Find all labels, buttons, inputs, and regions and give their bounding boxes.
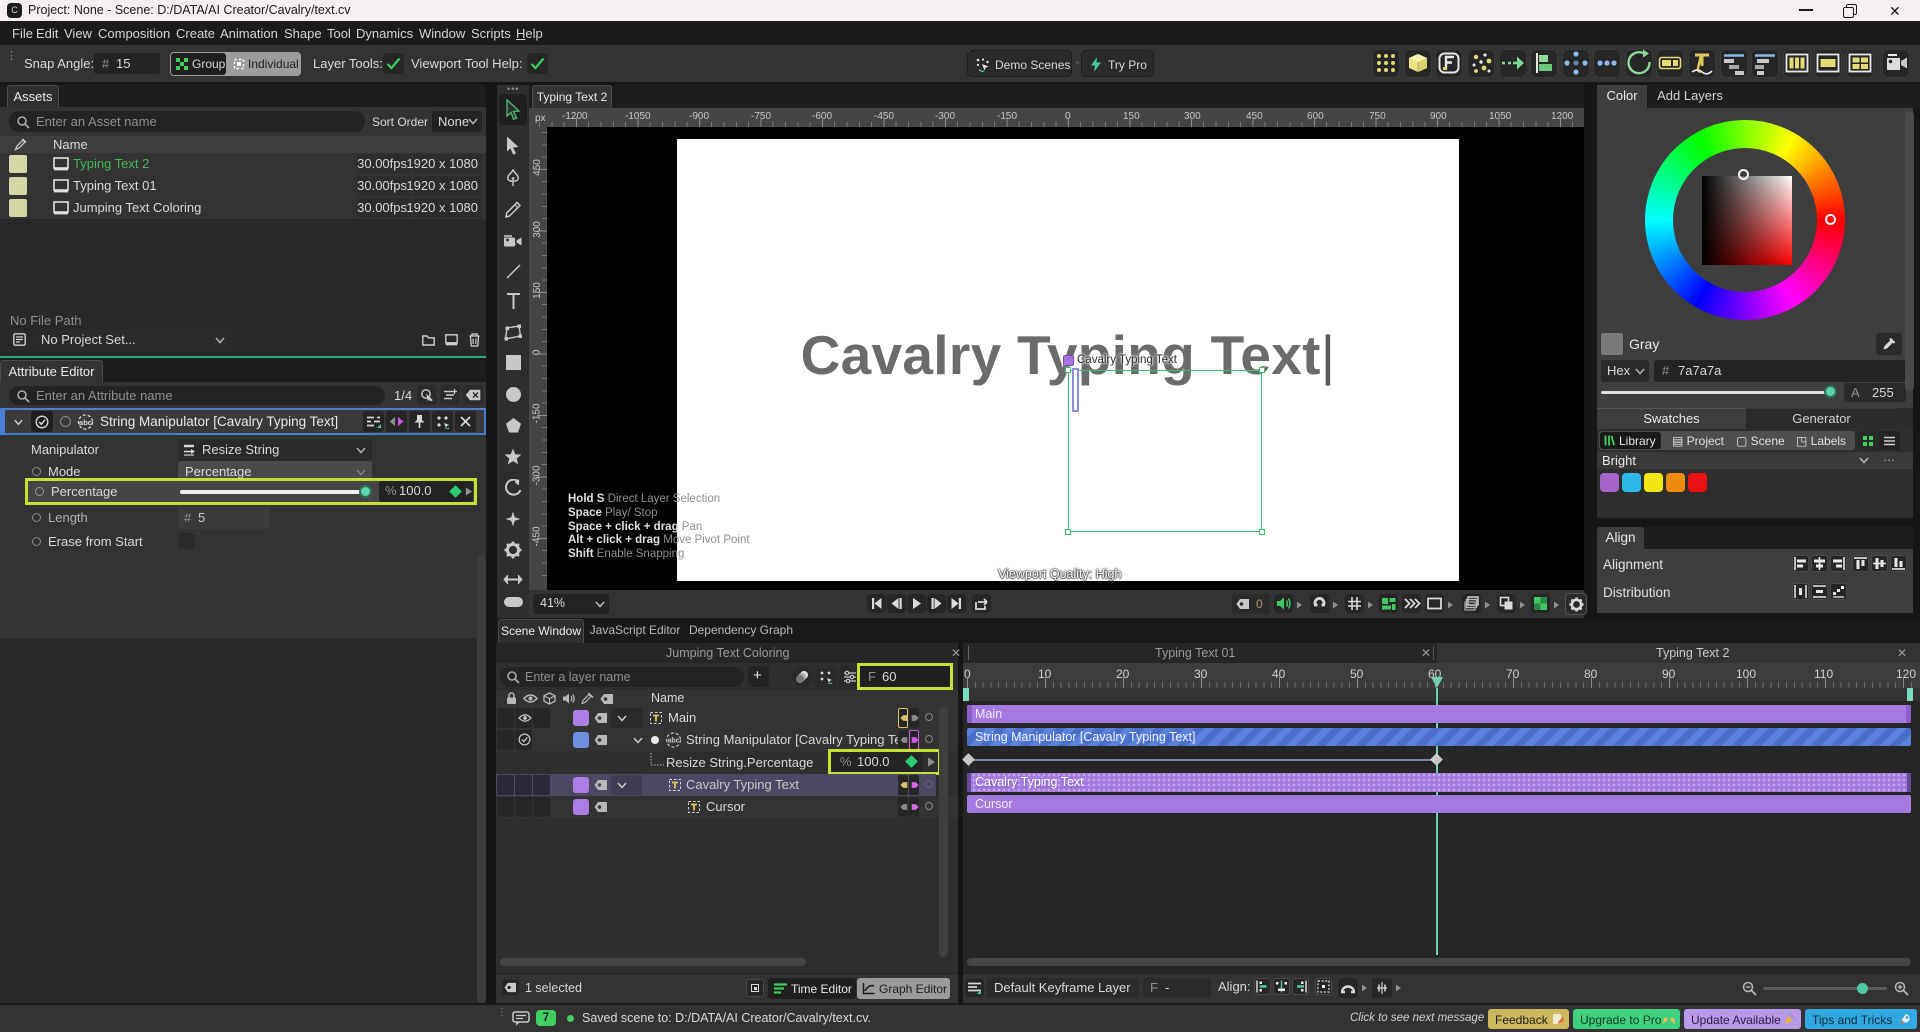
svg-text:abc: abc [667, 738, 679, 745]
svg-text:abc: abc [79, 418, 92, 427]
